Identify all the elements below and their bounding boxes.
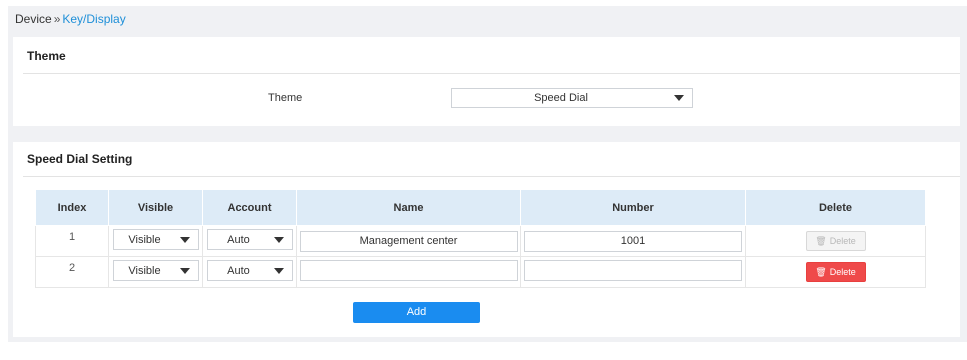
- row-index: 2: [35, 256, 109, 288]
- column-header-name: Name: [296, 189, 521, 226]
- number-input[interactable]: [524, 260, 742, 281]
- chevron-down-icon: [179, 236, 190, 243]
- trash-icon: 🗑: [815, 236, 827, 246]
- table-row: 2 Visible Auto 🗑 Delete: [35, 256, 926, 288]
- speed-dial-section-title: Speed Dial Setting: [27, 152, 133, 166]
- delete-button-label: Delete: [829, 236, 856, 246]
- name-input[interactable]: Management center: [299, 230, 518, 252]
- theme-select[interactable]: Speed Dial: [451, 88, 693, 108]
- column-header-index: Index: [35, 189, 109, 226]
- theme-field-label: Theme: [268, 92, 303, 104]
- column-header-number: Number: [520, 189, 746, 226]
- theme-select-value: Speed Dial: [534, 92, 588, 104]
- breadcrumb-separator: »: [53, 12, 61, 26]
- column-header-account: Account: [202, 189, 297, 226]
- add-button[interactable]: Add: [353, 302, 480, 323]
- breadcrumb-root[interactable]: Device: [15, 12, 52, 26]
- delete-button[interactable]: 🗑 Delete: [805, 262, 866, 282]
- chevron-down-icon: [179, 267, 190, 274]
- speed-dial-table: Index Visible Account Name Number Delete…: [35, 189, 926, 288]
- number-input[interactable]: 1001: [524, 230, 742, 252]
- breadcrumb-current[interactable]: Key/Display: [62, 12, 125, 26]
- chevron-down-icon: [674, 95, 684, 101]
- row-index: 1: [35, 225, 109, 257]
- speed-dial-card: Speed Dial Setting Index Visible Account…: [13, 142, 960, 337]
- table-row: 1 Visible Auto Management center 1001 🗑 …: [35, 225, 926, 257]
- visible-select-value: Visible: [128, 264, 161, 277]
- table-header-row: Index Visible Account Name Number Delete: [35, 189, 926, 226]
- visible-select[interactable]: Visible: [112, 260, 199, 281]
- theme-section-title: Theme: [27, 49, 66, 63]
- visible-select-value: Visible: [128, 233, 161, 246]
- delete-button[interactable]: 🗑 Delete: [805, 231, 866, 251]
- theme-card: Theme Theme Speed Dial: [13, 37, 960, 126]
- breadcrumb: Device» Key/Display: [15, 12, 126, 26]
- chevron-down-icon: [273, 267, 284, 274]
- visible-select[interactable]: Visible: [112, 229, 199, 250]
- column-header-visible: Visible: [108, 189, 203, 226]
- account-select[interactable]: Auto: [206, 260, 293, 281]
- name-input[interactable]: [299, 260, 518, 281]
- account-select-value: Auto: [227, 264, 250, 277]
- chevron-down-icon: [273, 236, 284, 243]
- account-select[interactable]: Auto: [206, 229, 293, 250]
- account-select-value: Auto: [227, 233, 250, 246]
- delete-button-label: Delete: [829, 267, 856, 277]
- divider: [23, 73, 960, 74]
- divider: [23, 176, 960, 177]
- column-header-delete: Delete: [745, 189, 926, 226]
- trash-icon: 🗑: [815, 267, 827, 277]
